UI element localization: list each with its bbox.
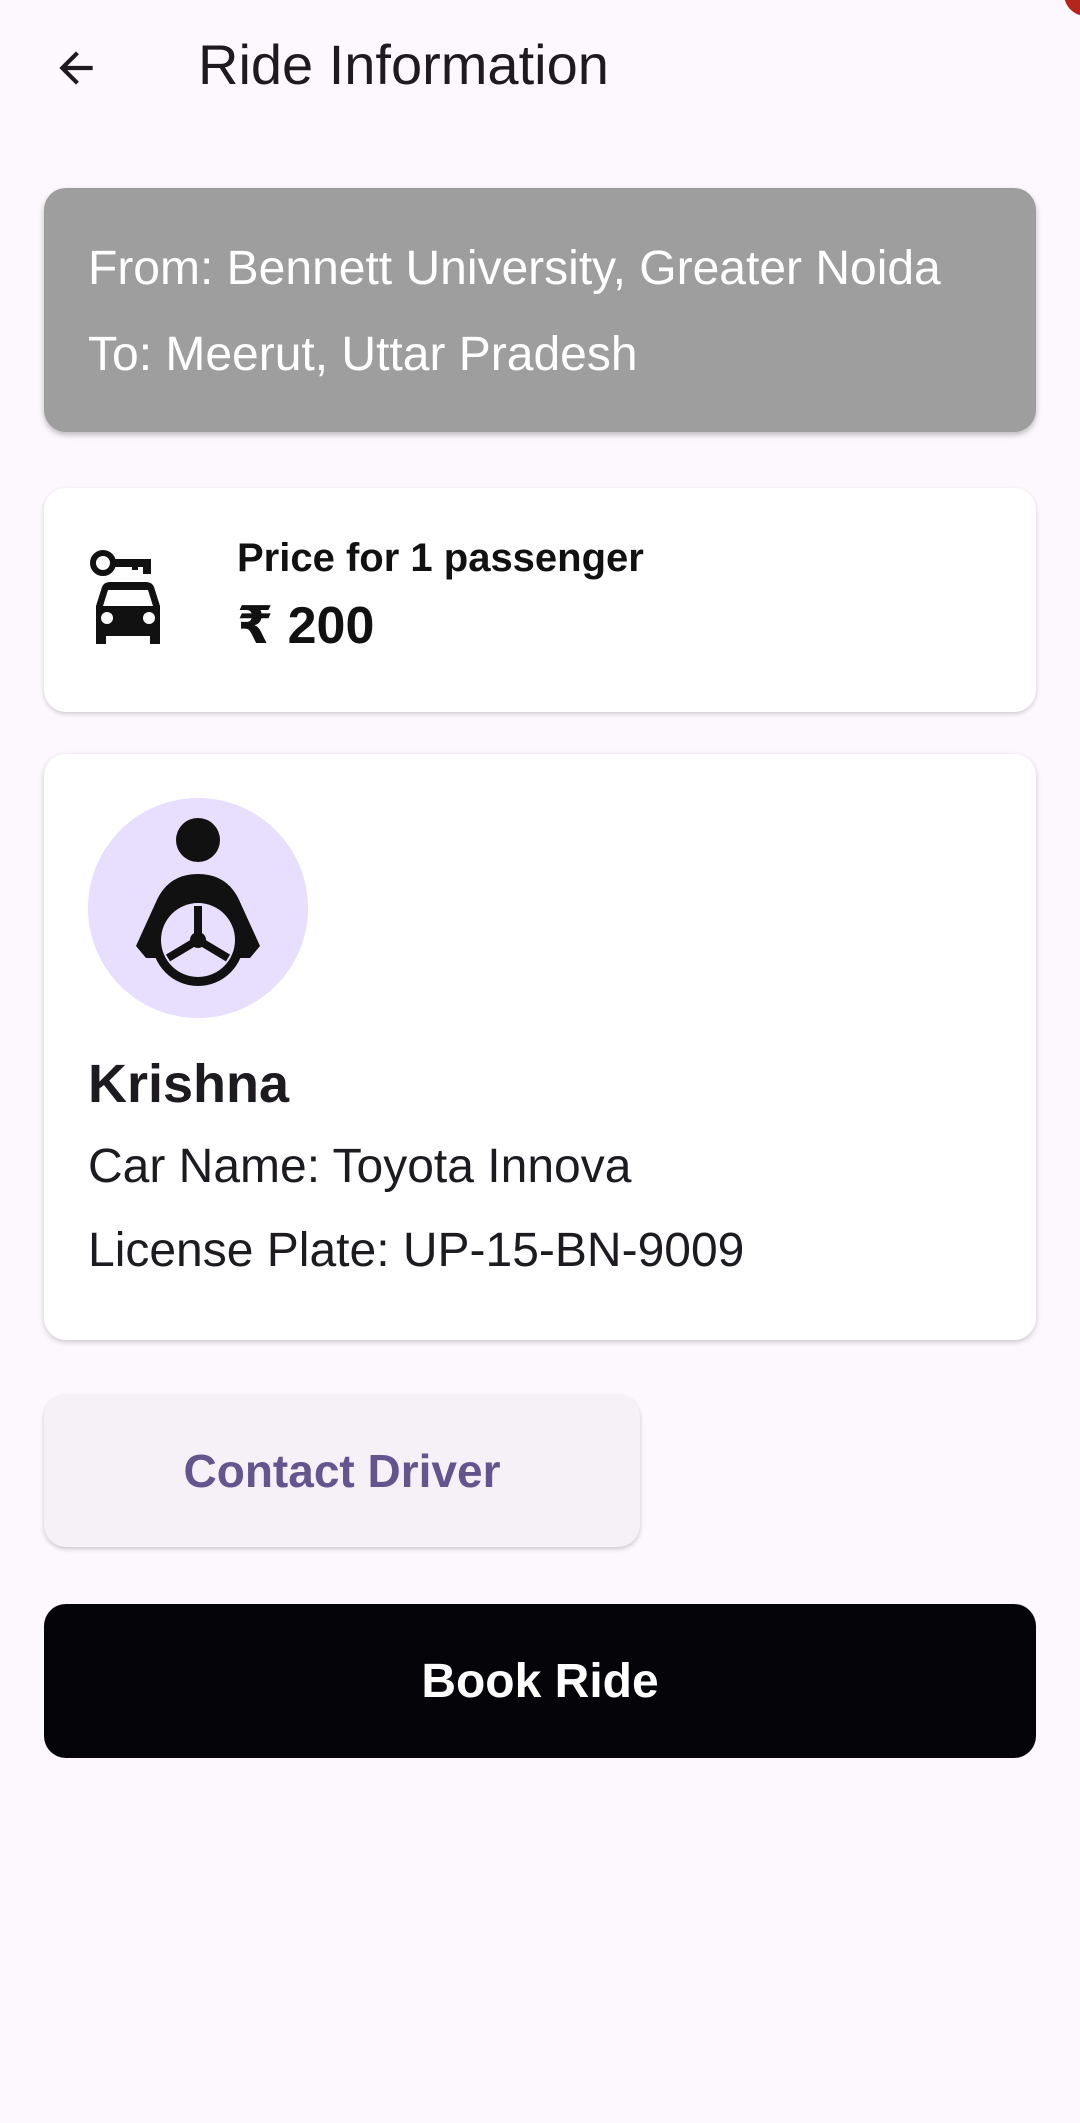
price-label: Price for 1 passenger <box>237 536 644 580</box>
price-card: Price for 1 passenger ₹ 200 <box>44 488 1036 712</box>
car-rental-icon <box>90 550 160 644</box>
route-to: To: Meerut, Uttar Pradesh <box>88 328 638 381</box>
contact-driver-button[interactable]: Contact Driver <box>44 1395 640 1547</box>
page-title: Ride Information <box>198 33 609 96</box>
price-value: ₹ 200 <box>237 597 375 655</box>
route-card: From: Bennett University, Greater Noida … <box>44 188 1036 432</box>
arrow-back-icon <box>59 51 93 85</box>
driver-name: Krishna <box>88 1054 290 1114</box>
route-from: From: Bennett University, Greater Noida <box>88 242 941 295</box>
back-button[interactable] <box>44 36 108 100</box>
avatar <box>88 798 308 1018</box>
app-bar: Ride Information <box>0 0 1080 130</box>
license-plate: License Plate: UP-15-BN-9009 <box>88 1224 745 1277</box>
driver-card: Krishna Car Name: Toyota Innova License … <box>44 754 1036 1340</box>
car-name: Car Name: Toyota Innova <box>88 1140 632 1193</box>
book-ride-button[interactable]: Book Ride <box>44 1604 1036 1758</box>
driver-steering-wheel-icon <box>136 818 260 986</box>
